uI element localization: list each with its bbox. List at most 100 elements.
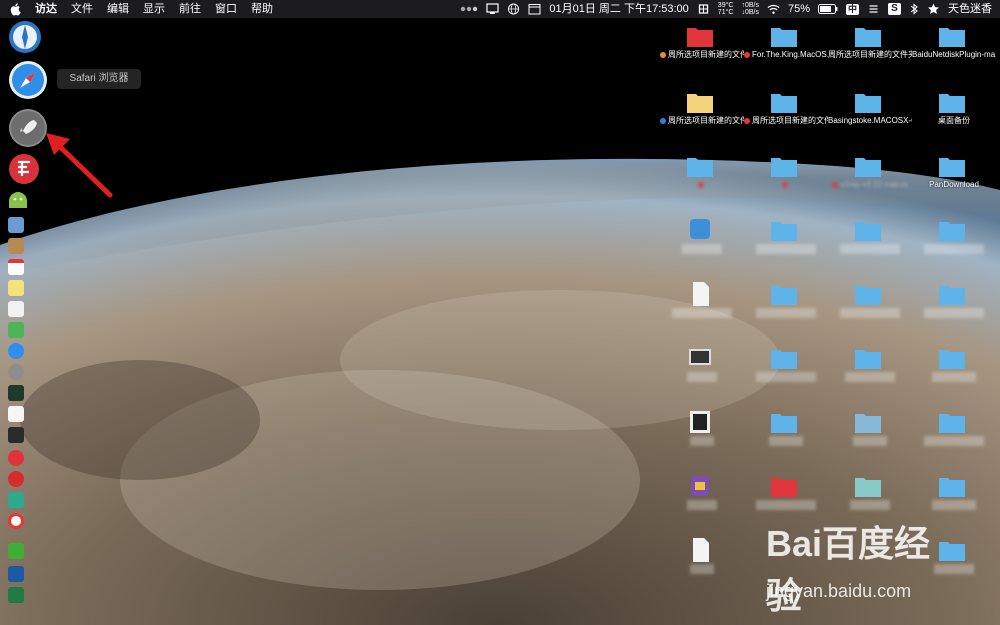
desktop-item[interactable] [912,346,996,412]
battery-icon[interactable] [817,3,838,15]
menu-view[interactable]: 显示 [143,0,165,18]
desktop-item[interactable] [828,218,912,284]
document-icon [693,538,709,562]
s-app-icon[interactable]: S [888,3,901,15]
desktop-item[interactable]: v2ray-v3.22-macos [828,154,912,220]
desktop-item[interactable] [828,346,912,412]
star-icon[interactable] [927,3,940,15]
desktop-item[interactable] [660,154,744,220]
yandex-icon[interactable] [8,513,24,529]
calendar-icon[interactable] [528,3,541,15]
preview-icon[interactable] [8,217,24,233]
red-folder-icon [771,478,797,497]
battery-percent[interactable]: 75% [788,0,810,18]
ime-indicator[interactable]: 中 [845,3,859,15]
terminal-icon[interactable] [8,427,24,443]
image-file-icon [690,411,710,433]
desktop-item[interactable]: BaiduNetdiskPlugin-ma...-master [912,24,996,90]
menu-go[interactable]: 前往 [179,0,201,18]
vivaldi-icon[interactable] [8,450,24,466]
menu-edit[interactable]: 编辑 [107,0,129,18]
input-method-icon[interactable] [697,3,710,15]
desktop-item-label: PanDownload [929,180,979,189]
desktop-item[interactable] [660,410,744,476]
blank-app-icon[interactable] [8,406,24,422]
textedit-icon[interactable] [8,301,24,317]
utility-icon[interactable] [8,492,24,508]
dock-tooltip: Safari 浏览器 [57,69,141,89]
toolbox-icon[interactable] [8,153,40,185]
apple-icon[interactable] [9,2,23,16]
desktop-item[interactable]: Basingstoke.MACOSX-GOG [828,90,912,156]
desktop-item[interactable] [828,410,912,476]
menu-window[interactable]: 窗口 [215,0,237,18]
app-store-icon[interactable] [8,343,24,359]
menu-file[interactable]: 文件 [71,0,93,18]
archive-icon [691,476,709,496]
desktop-item[interactable] [660,218,744,284]
system-preferences-icon[interactable] [8,364,24,380]
folder-icon [939,158,965,177]
wechat-icon[interactable] [8,543,24,559]
desktop-item[interactable] [744,218,828,284]
desktop-item[interactable] [912,218,996,284]
folder-icon [855,28,881,47]
dots-icon[interactable] [460,3,478,15]
notes-icon[interactable] [8,238,24,254]
folder-icon [939,350,965,369]
list-icon[interactable] [867,3,880,15]
folder-icon [939,478,965,497]
folder-icon [771,94,797,113]
desktop-item[interactable] [912,410,996,476]
desktop-item[interactable] [912,282,996,348]
clock[interactable]: 01月01日 周二 下午17:53:00 [549,0,688,18]
desktop-item[interactable] [660,282,744,348]
desktop-item[interactable]: 周所选项目新建的文件夹 14 [828,24,912,90]
notification-icon[interactable] [486,3,499,15]
dock [0,18,47,625]
desktop-item[interactable]: For.The.King.MacOS...VATED [744,24,828,90]
desktop-item-label: 桌面备份 [938,116,970,125]
compass-icon[interactable] [8,20,42,54]
bluetooth-icon[interactable] [909,3,919,15]
temperature-readout[interactable]: 39°C 71°C [718,2,734,16]
yellow-folder-icon [687,94,713,113]
numbers-icon[interactable] [8,322,24,338]
desktop-item-label: For.The.King.MacOS...VATED [752,50,828,59]
desktop-item[interactable] [828,282,912,348]
desktop-item-label: 周所选项目新建的文件夹 14 [828,50,912,59]
folder-icon [855,478,881,497]
folder-icon [771,28,797,47]
folder-icon [771,414,797,433]
desktop-item[interactable] [744,282,828,348]
activity-monitor-icon[interactable] [8,385,24,401]
menu-bar: 访达 文件 编辑 显示 前往 窗口 帮助 01月01日 周二 下午17:53:0… [0,0,1000,18]
folder-icon [855,286,881,305]
desktop-item[interactable]: PanDownload [912,154,996,220]
calendar-app-icon[interactable] [8,259,24,275]
stickies-icon[interactable] [8,280,24,296]
desktop-item[interactable]: 周所选项目新建的文件夹 2 [660,90,744,156]
excel-icon[interactable] [8,587,24,603]
desktop-item[interactable] [744,346,828,412]
desktop-item[interactable] [660,474,744,540]
safari-icon[interactable] [8,60,48,100]
netease-music-icon[interactable] [8,471,24,487]
desktop-item[interactable] [744,154,828,220]
globe-icon[interactable] [507,3,520,15]
menu-app-finder[interactable]: 访达 [35,0,57,18]
network-speed[interactable]: ↑0B/s ↓0B/s [741,2,759,16]
menu-help[interactable]: 帮助 [251,0,273,18]
desktop-item[interactable] [660,538,744,604]
desktop-item[interactable]: 周所选项目新建的文件夹 10 [744,90,828,156]
wifi-icon[interactable] [767,3,780,15]
scrivener-icon[interactable] [8,566,24,582]
desktop-item[interactable]: 周所选项目新建的文件夹 4 [660,24,744,90]
user-name[interactable]: 天色迷香 [948,0,992,18]
desktop-item[interactable] [744,410,828,476]
watermark-brand: Bai百度经验 [766,523,931,616]
desktop-item[interactable]: 桌面备份 [912,90,996,156]
folder-icon [855,350,881,369]
desktop-item[interactable] [660,346,744,412]
android-icon[interactable] [6,190,30,210]
